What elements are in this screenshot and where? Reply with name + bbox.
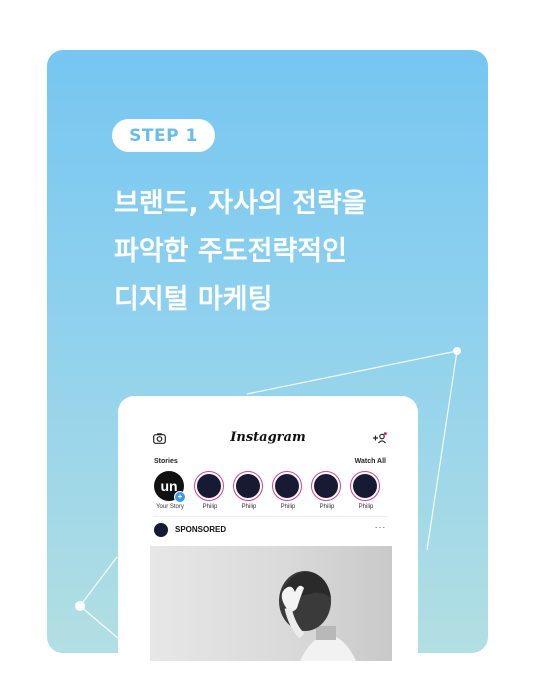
story-own[interactable]: un + Your Story (154, 471, 186, 510)
story-ring (233, 471, 263, 501)
story-ring (311, 471, 341, 501)
story-ring (350, 471, 380, 501)
post-header: SPONSORED ··· (154, 522, 387, 539)
step-badge: STEP 1 (112, 119, 215, 152)
headline-line-2: 파악한 주도전략적인 (114, 236, 347, 267)
step-label: STEP 1 (129, 125, 198, 146)
more-icon[interactable]: ··· (375, 522, 387, 533)
story-item[interactable]: Philip (194, 471, 226, 510)
post-image (150, 546, 392, 661)
instagram-mockup: Instagram Stories Watch All un + Your St… (118, 396, 418, 697)
story-item[interactable]: Philip (350, 471, 382, 510)
stories-label: Stories (154, 458, 178, 465)
story-item[interactable]: Philip (272, 471, 304, 510)
sponsored-label: SPONSORED (175, 525, 227, 534)
stories-bar: Stories Watch All (154, 458, 386, 465)
instagram-header: Instagram (118, 430, 418, 450)
story-item[interactable]: Philip (233, 471, 265, 510)
story-ring (194, 471, 224, 501)
add-user-icon[interactable] (372, 432, 387, 444)
watch-all-link[interactable]: Watch All (355, 458, 386, 465)
avatar[interactable] (154, 523, 168, 537)
divider (153, 516, 388, 517)
story-name: Philip (358, 504, 374, 510)
story-name: Your Story (156, 504, 184, 510)
headline-line-1: 브랜드, 자사의 전략을 (114, 188, 367, 219)
story-name: Philip (319, 504, 335, 510)
story-item[interactable]: Philip (311, 471, 343, 510)
headline-line-3: 디지털 마케팅 (114, 284, 273, 315)
story-name: Philip (202, 504, 218, 510)
stories-list: un + Your Story Philip Philip Philip Phi… (153, 471, 388, 517)
avatar: un + (154, 471, 186, 503)
story-name: Philip (280, 504, 296, 510)
story-name: Philip (241, 504, 257, 510)
headline: 브랜드, 자사의 전략을 파악한 주도전략적인 디지털 마케팅 (114, 180, 434, 324)
story-ring (272, 471, 302, 501)
plus-icon: + (174, 491, 186, 503)
